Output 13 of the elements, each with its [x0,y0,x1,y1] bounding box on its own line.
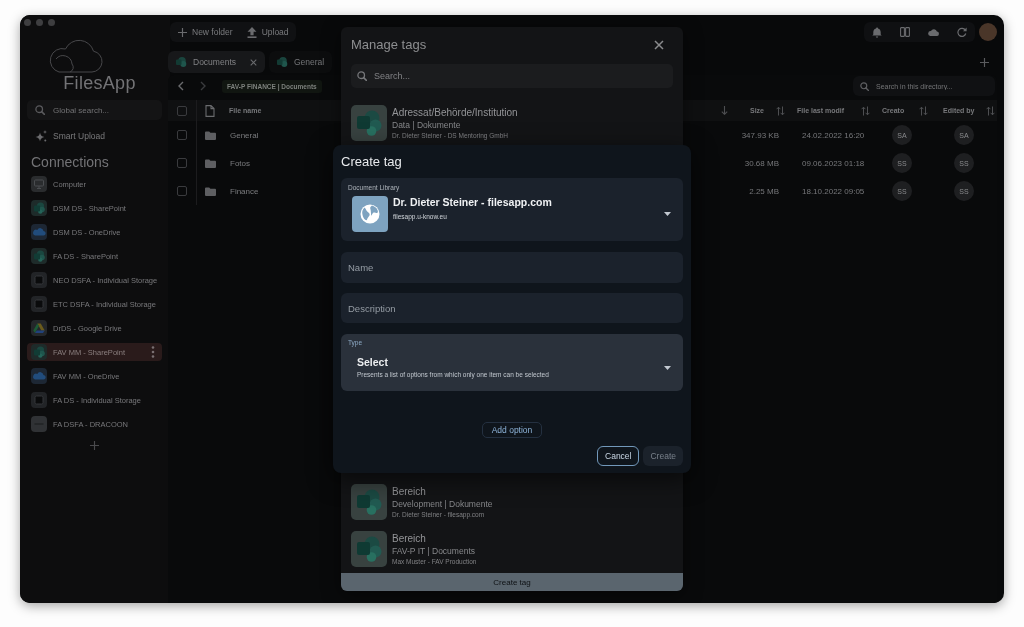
file-size: 2.25 MB [749,186,779,196]
app-name: FilesApp [62,73,137,93]
section-heading: Connections [30,154,109,170]
tag-library: FAV-P IT | Documents [392,545,475,557]
dialog-title: Create tag [341,154,402,170]
tag-library: Development | Dokumente [392,498,493,510]
file-size: 30.68 MB [744,158,779,168]
modified-date: 18.10.2022 09:05 [802,186,865,196]
file-size: 347.93 KB [741,130,779,140]
modified-date: 09.06.2023 01:18 [802,158,865,168]
modified-date: 24.02.2022 16:20 [802,130,865,140]
tag-library: Data | Dokumente [392,119,461,131]
dialog-title: Manage tags [351,37,427,53]
